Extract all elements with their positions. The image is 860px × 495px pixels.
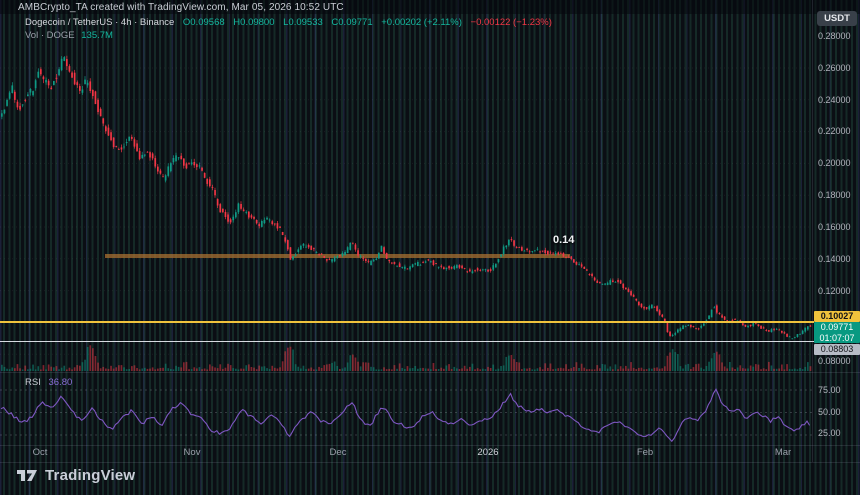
pane-divider-footer [0,462,860,463]
volume-label: Vol · DOGE [25,30,75,41]
bar-countdown: 01:07:07 [814,333,860,344]
tradingview-logo-text: TradingView [45,467,135,484]
price-axis-label: 0.20000 [818,158,851,168]
price-change: +0.00202 (+2.11%) [381,17,462,28]
ray-price-label: 0.14 [553,234,574,246]
pane-divider-rsi-timeaxis [0,445,860,446]
time-axis-label: Nov [184,447,201,458]
symbol-legend[interactable]: Dogecoin / TetherUS · 4h · Binance O0.09… [25,17,552,28]
tradingview-logo-icon [16,468,38,484]
time-axis-label: Dec [330,447,347,458]
price-axis-label: 0.12000 [818,286,851,296]
tradingview-chart-window: AMBCrypto_TA created with TradingView.co… [0,0,860,495]
last-price-value: 0.09771 [814,322,860,333]
ohlc-open: O0.09568 [183,17,225,28]
price-axis-label: 0.14000 [818,254,851,264]
ohlc-high: H0.09800 [233,17,274,28]
pane-divider-main-rsi[interactable] [0,372,860,373]
price-axis-label: 0.26000 [818,63,851,73]
price-chart-canvas[interactable] [0,0,860,495]
price-axis-divider [812,0,813,462]
price-axis-label: 0.28000 [818,31,851,41]
attribution-text: AMBCrypto_TA created with TradingView.co… [18,2,344,13]
price-axis-label: 0.08000 [818,356,851,366]
price-axis-label: 0.18000 [818,190,851,200]
ohlc-low: L0.09533 [283,17,323,28]
rsi-label: RSI [25,377,41,388]
time-axis-label: Mar [775,447,791,458]
rsi-axis-label: 25.00 [818,428,841,438]
currency-toggle-button[interactable]: USDT [817,11,857,26]
price-axis-label: 0.16000 [818,222,851,232]
rsi-value: 36.80 [48,377,72,388]
rsi-axis-label: 50.00 [818,407,841,417]
yellow-level-price-tag: 0.10027 [814,311,860,322]
symbol-title[interactable]: Dogecoin / TetherUS · 4h · Binance [25,17,174,28]
time-axis-label-year: 2026 [477,447,498,458]
white-level-price-tag: 0.08803 [814,344,860,355]
rsi-legend[interactable]: RSI 36.80 [25,377,72,388]
time-axis-label: Oct [33,447,48,458]
price-axis-label: 0.22000 [818,126,851,136]
price-axis-label: 0.24000 [818,95,851,105]
tradingview-branding[interactable]: TradingView [16,467,135,484]
yellow-level-line[interactable] [0,321,814,323]
price-change-secondary: −0.00122 (−1.23%) [471,17,552,28]
white-level-line[interactable] [0,341,814,342]
rsi-axis-label: 75.00 [818,385,841,395]
ohlc-close: C0.09771 [331,17,372,28]
volume-value: 135.7M [81,30,113,41]
time-axis-label: Feb [637,447,653,458]
volume-legend[interactable]: Vol · DOGE 135.7M [25,30,113,41]
last-price-tag: 0.09771 01:07:07 [814,322,860,343]
